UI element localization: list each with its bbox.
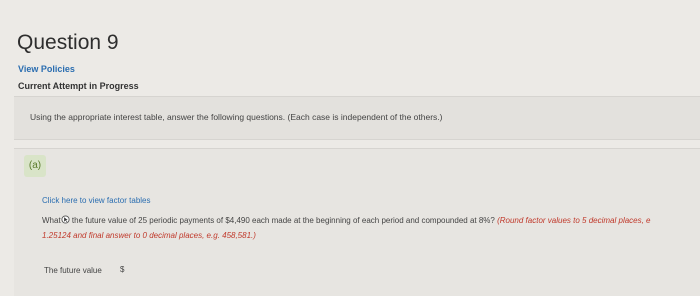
question-text-line-1: What the future value of 25 periodic pay… [42, 215, 651, 225]
question-text: the future value of 25 periodic payments… [69, 216, 498, 225]
currency-symbol: $ [120, 265, 125, 274]
factor-tables-link[interactable]: Click here to view factor tables [42, 196, 151, 205]
question-prefix: What [42, 216, 61, 225]
cursor-icon [61, 215, 70, 224]
answer-label: The future value [44, 266, 102, 275]
question-page: Question 9 View Policies Current Attempt… [0, 0, 700, 296]
attempt-status: Current Attempt in Progress [18, 81, 139, 91]
part-label: (a) [24, 155, 46, 177]
view-policies-link[interactable]: View Policies [18, 64, 75, 74]
question-title: Question 9 [17, 31, 119, 54]
instructions-text: Using the appropriate interest table, an… [30, 112, 443, 122]
rounding-note-1: (Round factor values to 5 decimal places… [497, 216, 651, 225]
future-value-input[interactable] [130, 259, 254, 279]
rounding-note-2: 1.25124 and final answer to 0 decimal pl… [42, 231, 256, 240]
